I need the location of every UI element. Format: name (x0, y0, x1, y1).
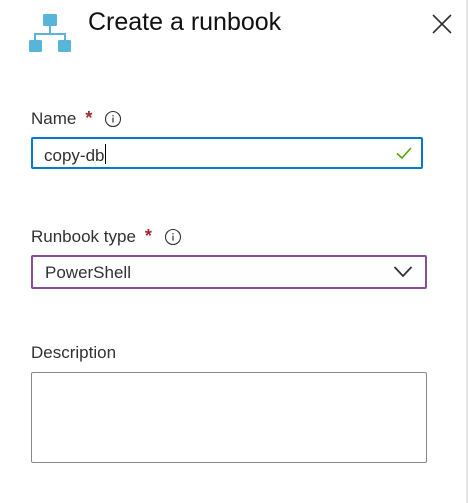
chevron-down-icon (393, 266, 413, 278)
close-icon[interactable] (428, 10, 456, 38)
required-marker: * (144, 226, 152, 246)
name-input-value: copy-db (44, 144, 107, 165)
check-icon (396, 147, 412, 160)
runbook-type-field-label: Runbook type * (31, 226, 182, 247)
name-label-text: Name (31, 108, 77, 128)
info-icon[interactable] (104, 110, 122, 128)
description-field-label: Description (31, 343, 116, 363)
runbook-hierarchy-icon (29, 14, 71, 52)
name-input[interactable]: copy-db (31, 137, 423, 169)
text-cursor (105, 144, 107, 164)
name-field-label: Name * (31, 108, 122, 129)
runbook-type-dropdown[interactable]: PowerShell (31, 255, 427, 289)
page-title: Create a runbook (88, 8, 282, 36)
panel-header: Create a runbook (0, 0, 466, 60)
runbook-type-label-text: Runbook type (31, 226, 136, 246)
required-marker: * (85, 108, 93, 128)
description-label-text: Description (31, 343, 117, 362)
description-textarea[interactable] (31, 372, 427, 463)
info-icon[interactable] (164, 228, 182, 246)
runbook-type-selected-value: PowerShell (45, 263, 131, 282)
